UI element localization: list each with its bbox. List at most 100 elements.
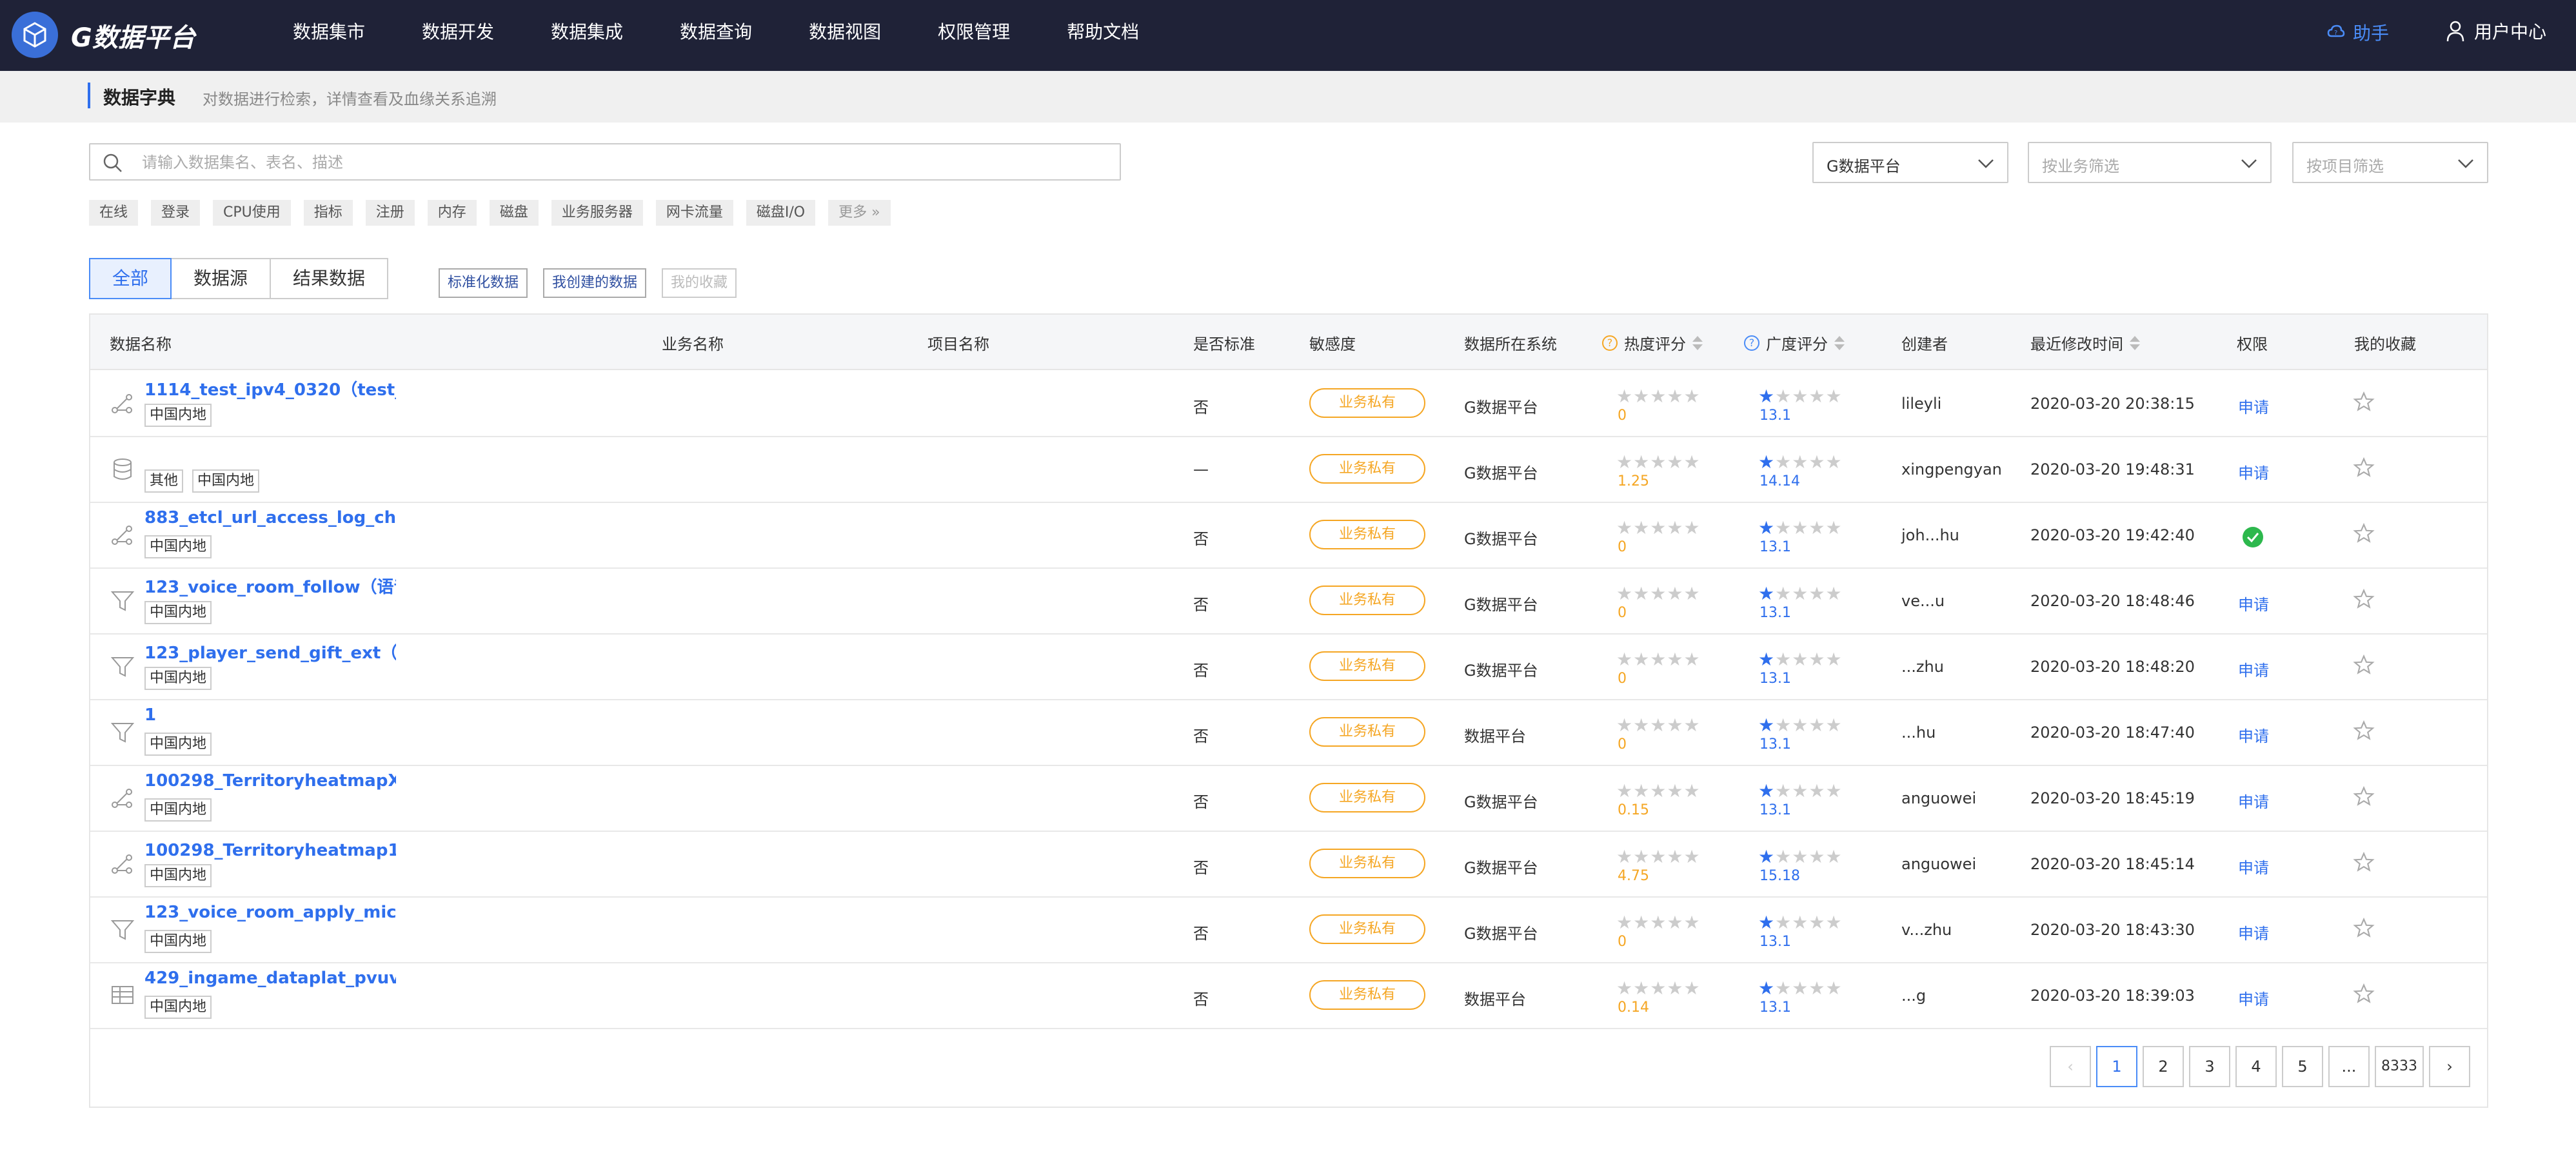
star-favorite-icon[interactable] — [2353, 720, 2375, 744]
sort-icon[interactable] — [1692, 335, 1703, 350]
apply-permission-link[interactable]: 申请 — [2238, 592, 2269, 615]
business-select[interactable]: 按业务筛选 — [2028, 142, 2272, 183]
tag-login[interactable]: 登录 — [151, 200, 201, 226]
apply-permission-link[interactable]: 申请 — [2238, 987, 2269, 1009]
dataset-name-link[interactable]: 100298_Territoryheatmap1（ — [144, 837, 396, 861]
nav-item-help-docs[interactable]: 帮助文档 — [1067, 0, 1139, 71]
tag-business-server[interactable]: 业务服务器 — [551, 200, 643, 226]
tag-disk[interactable]: 磁盘 — [489, 200, 539, 226]
help-circle-icon[interactable]: ? — [1744, 335, 1759, 351]
star-icon: ★ — [1650, 517, 1667, 538]
tag-register[interactable]: 注册 — [365, 200, 415, 226]
star-favorite-icon[interactable] — [2353, 851, 2375, 876]
table-row[interactable]: 429_ingame_dataplat_pvuv_d 中国内地 否 业务私有 数据平台 ★… — [90, 963, 2487, 1029]
heat-rating: ★★★★★ — [1616, 387, 1701, 406]
star-icon: ★ — [1650, 780, 1667, 802]
tag-nic-traffic[interactable]: 网卡流量 — [655, 200, 733, 226]
next-page-button[interactable]: › — [2429, 1046, 2470, 1087]
tag-online[interactable]: 在线 — [89, 200, 139, 226]
star-icon: ★ — [1775, 714, 1792, 736]
logo-icon[interactable] — [12, 12, 58, 58]
sort-icon[interactable] — [1834, 335, 1845, 350]
dataset-name-link[interactable]: 1 — [144, 705, 156, 725]
star-favorite-icon[interactable] — [2353, 917, 2375, 941]
filter-my-favorites[interactable]: 我的收藏 — [662, 268, 737, 298]
dataset-name-link[interactable]: 100298_TerritoryheatmapXZ — [144, 771, 396, 791]
help-button[interactable]: ? 助手 — [2327, 19, 2389, 45]
col-breadth[interactable]: ? 广度评分 — [1744, 331, 1845, 354]
sensitivity-badge: 业务私有 — [1309, 651, 1425, 681]
tag-metrics[interactable]: 指标 — [303, 200, 353, 226]
col-project: 项目名称 — [927, 335, 989, 353]
nav-item-data-integration[interactable]: 数据集成 — [551, 0, 623, 71]
star-favorite-icon[interactable] — [2353, 457, 2375, 481]
col-heat[interactable]: ? 热度评分 — [1602, 331, 1703, 354]
star-icon: ★ — [1633, 846, 1650, 867]
table-row[interactable]: 123_player_send_gift_ext（玩 中国内地 否 业务私有 G数据平台… — [90, 635, 2487, 700]
table-row[interactable]: 123_voice_room_apply_mic 中国内地否业务私有 G数据平台 ★★… — [90, 898, 2487, 963]
tag-memory[interactable]: 内存 — [427, 200, 477, 226]
search-input[interactable] — [142, 150, 1096, 175]
user-center-button[interactable]: 用户中心 — [2446, 18, 2546, 44]
star-favorite-icon[interactable] — [2353, 654, 2375, 678]
page-button-1[interactable]: 1 — [2096, 1046, 2137, 1087]
dataset-name-link[interactable]: 1114_test_ipv4_0320（test_ip — [144, 377, 396, 400]
dataset-name-link[interactable]: 123_player_send_gift_ext（玩 — [144, 640, 396, 664]
star-icon: ★ — [1775, 649, 1792, 670]
dataset-name-link[interactable]: 123_voice_room_follow（语音 — [144, 574, 396, 598]
platform-select[interactable]: G数据平台 — [1812, 142, 2008, 183]
apply-permission-link[interactable]: 申请 — [2238, 789, 2269, 812]
page-button-3[interactable]: 3 — [2189, 1046, 2230, 1087]
tag-disk-io[interactable]: 磁盘I/O — [746, 200, 816, 226]
sort-icon[interactable] — [2130, 335, 2140, 350]
table-row[interactable]: 100298_Territoryheatmap1（ 中国内地 否 业务私有 G数据平台 ★… — [90, 832, 2487, 898]
table-row[interactable]: 883_etcl_url_access_log_cha 中国内地 否 业务私有 G数据平… — [90, 503, 2487, 569]
table-row[interactable]: 1114_test_ipv4_0320（test_ip 中国内地 否 业务私有 G数据平… — [90, 371, 2487, 437]
page-button-2[interactable]: 2 — [2143, 1046, 2184, 1087]
apply-permission-link[interactable]: 申请 — [2238, 921, 2269, 943]
star-favorite-icon[interactable] — [2353, 785, 2375, 810]
app-title[interactable]: G数据平台 — [71, 17, 195, 54]
apply-permission-link[interactable]: 申请 — [2238, 658, 2269, 680]
filter-standard-data[interactable]: 标准化数据 — [439, 268, 528, 298]
filter-my-created[interactable]: 我创建的数据 — [543, 268, 647, 298]
help-circle-icon[interactable]: ? — [1602, 335, 1618, 351]
star-favorite-icon[interactable] — [2353, 983, 2375, 1007]
tab-data-source[interactable]: 数据源 — [170, 258, 272, 299]
tag-cpu[interactable]: CPU使用 — [213, 200, 291, 226]
table-row[interactable]: 其他 中国内地 — 业务私有 G数据平台 ★★★★★ 1.25 ★★★★★ 14.14 xingp… — [90, 437, 2487, 503]
tab-result-data[interactable]: 结果数据 — [270, 258, 389, 299]
page-button-4[interactable]: 4 — [2235, 1046, 2277, 1087]
star-icon: ★ — [1775, 583, 1792, 604]
col-modified[interactable]: 最近修改时间 — [2030, 331, 2140, 354]
table-row[interactable]: 123_voice_room_follow（语音 中国内地否业务私有 G数据平台 ★★… — [90, 569, 2487, 635]
project-select[interactable]: 按项目筛选 — [2292, 142, 2488, 183]
apply-permission-link[interactable]: 申请 — [2238, 460, 2269, 483]
page-button-last[interactable]: 8333 — [2375, 1046, 2424, 1087]
dataset-name-link[interactable]: 123_voice_room_apply_mic — [144, 903, 396, 922]
page-button-5[interactable]: 5 — [2282, 1046, 2323, 1087]
nav-item-data-query[interactable]: 数据查询 — [680, 0, 752, 71]
apply-permission-link[interactable]: 申请 — [2238, 724, 2269, 746]
col-system: 数据所在系统 — [1464, 335, 1557, 353]
star-favorite-icon[interactable] — [2353, 588, 2375, 613]
dataset-name-link[interactable]: 429_ingame_dataplat_pvuv_d — [144, 969, 396, 988]
dataset-name-link[interactable]: 883_etcl_url_access_log_cha — [144, 508, 396, 527]
apply-permission-link[interactable]: 申请 — [2238, 395, 2269, 417]
page-ellipsis[interactable]: ... — [2328, 1046, 2370, 1087]
star-favorite-icon[interactable] — [2353, 522, 2375, 547]
tab-all[interactable]: 全部 — [89, 258, 172, 299]
creator: xingpengyan — [1901, 460, 2002, 478]
nav-item-data-view[interactable]: 数据视图 — [809, 0, 881, 71]
table-row[interactable]: 100298_TerritoryheatmapXZ 中国内地 否 业务私有 G数据平台 ★… — [90, 766, 2487, 832]
nav-item-data-market[interactable]: 数据集市 — [293, 0, 365, 71]
prev-page-button[interactable]: ‹ — [2050, 1046, 2091, 1087]
nav-item-data-dev[interactable]: 数据开发 — [422, 0, 494, 71]
star-favorite-icon[interactable] — [2353, 391, 2375, 415]
sensitivity-badge: 业务私有 — [1309, 980, 1425, 1010]
nav-item-permission[interactable]: 权限管理 — [938, 0, 1010, 71]
breadth-score: 13.1 — [1759, 539, 1791, 555]
apply-permission-link[interactable]: 申请 — [2238, 855, 2269, 878]
table-row[interactable]: 1 中国内地否业务私有 数据平台 ★★★★★ 0 ★★★★★ 13.1 ...hu 2020-0… — [90, 700, 2487, 766]
tag-more-button[interactable]: 更多 » — [828, 200, 891, 226]
